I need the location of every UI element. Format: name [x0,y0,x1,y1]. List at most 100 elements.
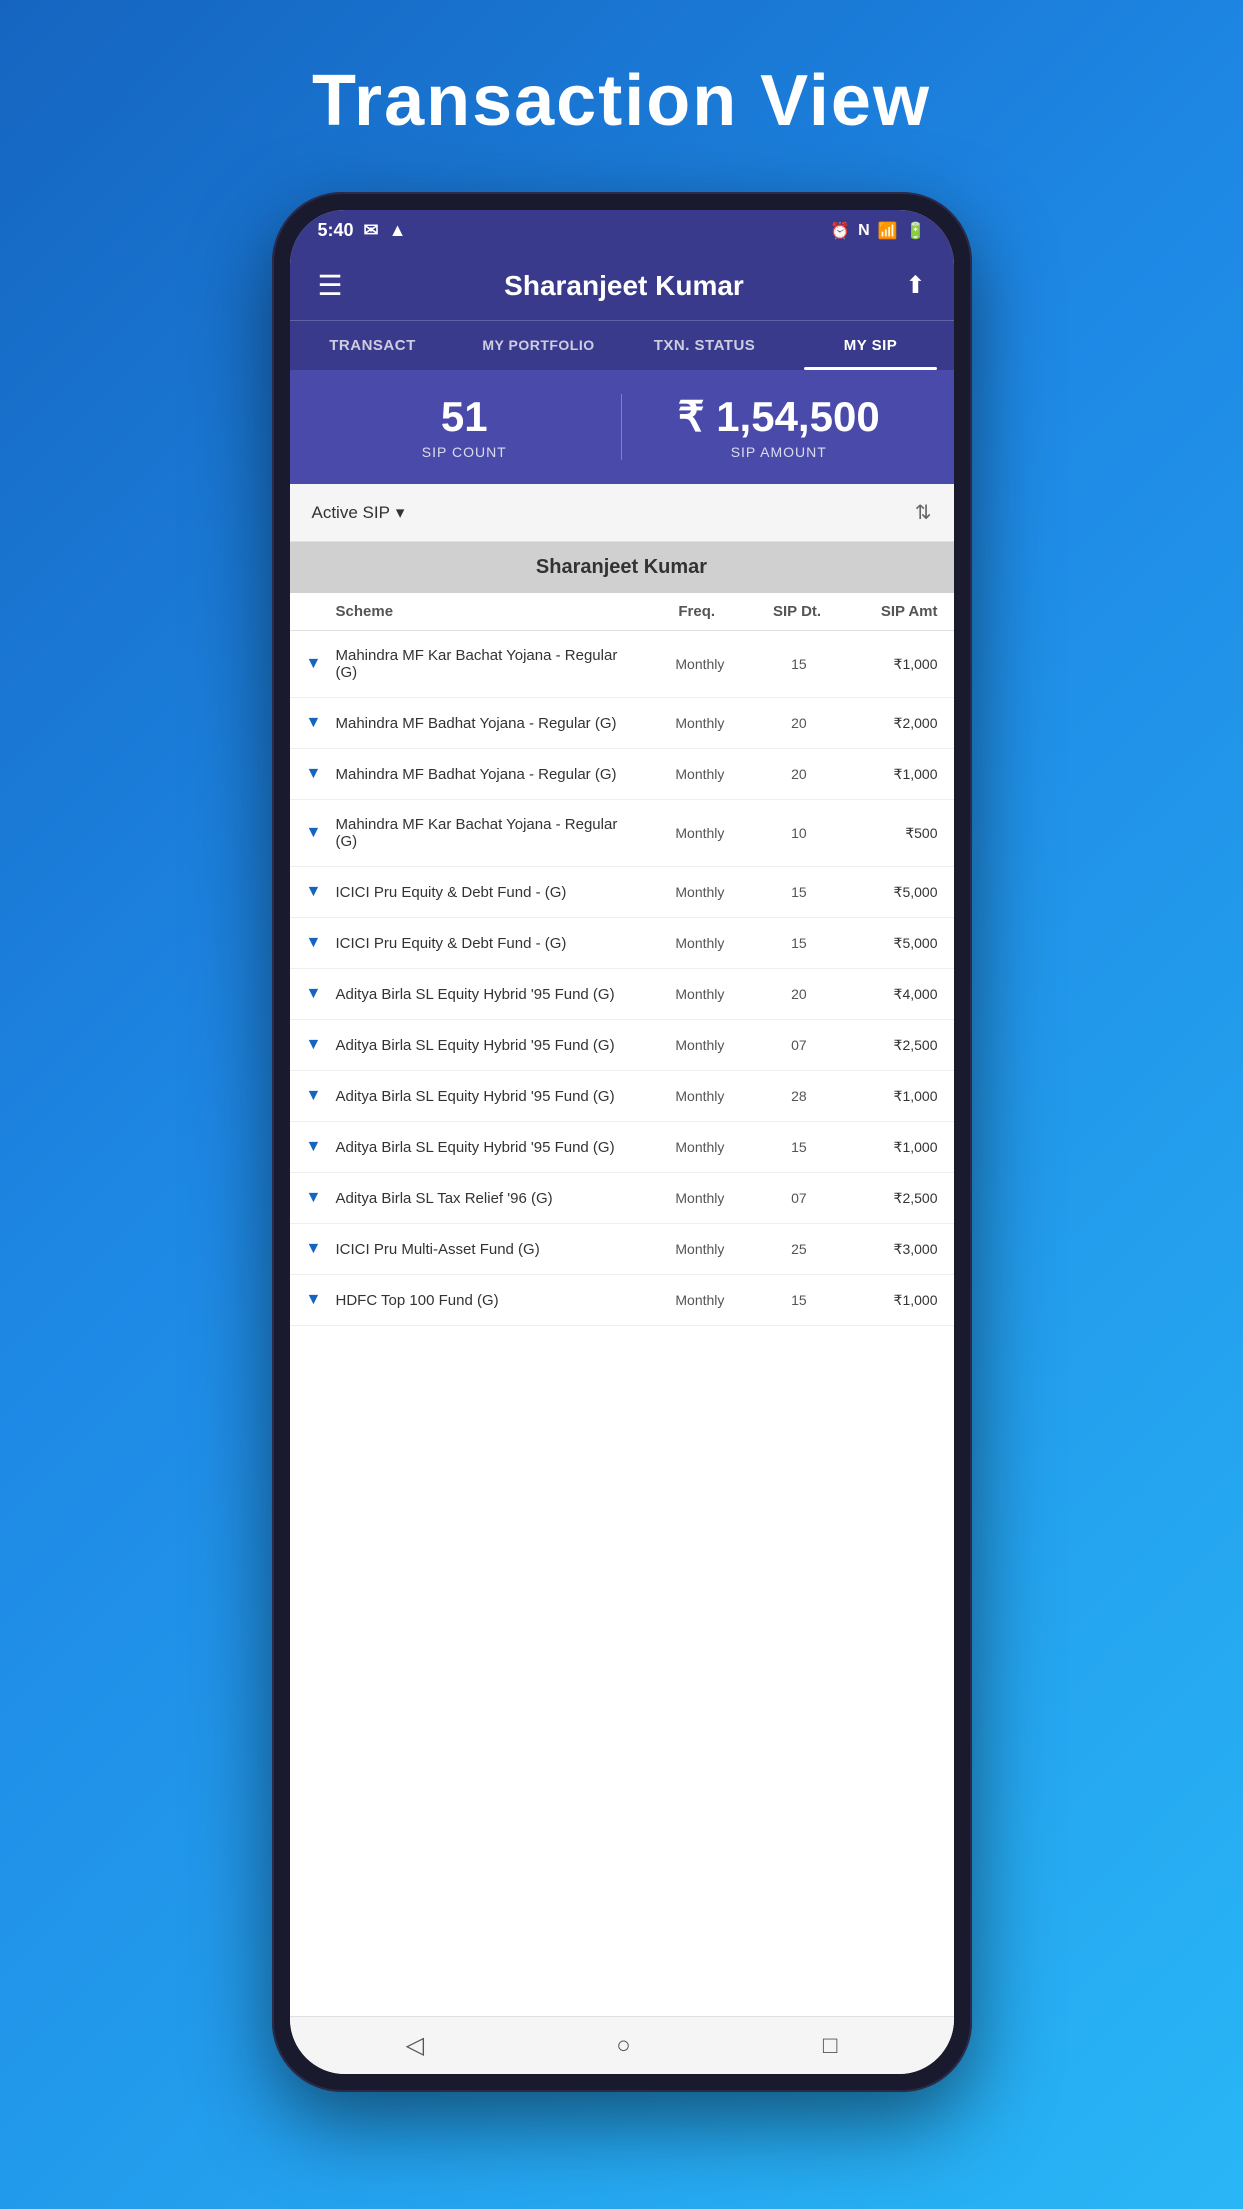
scheme-name: Mahindra MF Kar Bachat Yojana - Regular … [336,647,641,681]
list-item[interactable]: ▼ Aditya Birla SL Equity Hybrid '95 Fund… [290,1071,954,1122]
row-chevron: ▼ [306,985,336,1003]
freq-value: Monthly [641,1190,760,1206]
list-item[interactable]: ▼ Mahindra MF Kar Bachat Yojana - Regula… [290,631,954,698]
list-item[interactable]: ▼ ICICI Pru Equity & Debt Fund - (G) Mon… [290,867,954,918]
bottom-nav: ◁ ○ □ [290,2016,954,2074]
sipamt-value: ₹1,000 [839,1292,938,1309]
row-chevron: ▼ [306,824,336,842]
row-chevron: ▼ [306,883,336,901]
share-icon[interactable]: ⬆ [905,271,925,300]
filter-text: Active SIP [312,503,390,523]
list-item[interactable]: ▼ Aditya Birla SL Equity Hybrid '95 Fund… [290,1020,954,1071]
chevron-down-icon: ▼ [306,714,322,731]
scheme-name: Aditya Birla SL Tax Relief '96 (G) [336,1190,641,1207]
sipdt-value: 07 [759,1037,838,1053]
tab-my-portfolio[interactable]: MY PORTFOLIO [456,321,622,370]
list-item[interactable]: ▼ Mahindra MF Badhat Yojana - Regular (G… [290,749,954,800]
active-sip-filter[interactable]: Active SIP ▾ [312,503,405,523]
sip-list: ▼ Mahindra MF Kar Bachat Yojana - Regula… [290,631,954,2016]
header-title: Sharanjeet Kumar [504,270,744,302]
alarm-icon: ⏰ [830,221,850,241]
recent-button[interactable]: □ [823,2032,838,2060]
row-chevron: ▼ [306,1189,336,1207]
sipdt-value: 25 [759,1241,838,1257]
home-button[interactable]: ○ [616,2032,631,2060]
freq-value: Monthly [641,935,760,951]
scheme-name: Aditya Birla SL Equity Hybrid '95 Fund (… [336,986,641,1003]
gmail-icon: ✉ [364,220,379,241]
nfc-icon: N [858,222,870,240]
row-chevron: ▼ [306,765,336,783]
freq-value: Monthly [641,1292,760,1308]
scheme-name: ICICI Pru Multi-Asset Fund (G) [336,1241,641,1258]
sipamt-value: ₹500 [839,825,938,842]
row-chevron: ▼ [306,1291,336,1309]
freq-value: Monthly [641,1139,760,1155]
chevron-down-icon: ▼ [306,1036,322,1053]
chevron-down-icon: ▼ [306,1189,322,1206]
sipamt-value: ₹1,000 [839,1139,938,1156]
scheme-name: Mahindra MF Badhat Yojana - Regular (G) [336,766,641,783]
chevron-down-icon: ▼ [306,1291,322,1308]
drive-icon: ▲ [389,220,407,241]
scheme-name: HDFC Top 100 Fund (G) [336,1292,641,1309]
signal-icon: 📶 [878,221,898,241]
sip-amount-stat: ₹ 1,54,500 SIP AMOUNT [632,394,926,460]
list-item[interactable]: ▼ Aditya Birla SL Tax Relief '96 (G) Mon… [290,1173,954,1224]
sipamt-value: ₹4,000 [839,986,938,1003]
nav-tabs: TRANSACT MY PORTFOLIO TXN. STATUS MY SIP [290,320,954,370]
status-time: 5:40 [318,220,354,241]
scheme-name: ICICI Pru Equity & Debt Fund - (G) [336,884,641,901]
scheme-name: Aditya Birla SL Equity Hybrid '95 Fund (… [336,1088,641,1105]
freq-value: Monthly [641,825,760,841]
hamburger-menu-icon[interactable]: ☰ [318,269,343,302]
row-chevron: ▼ [306,1087,336,1105]
sipdt-value: 07 [759,1190,838,1206]
list-item[interactable]: ▼ ICICI Pru Equity & Debt Fund - (G) Mon… [290,918,954,969]
scheme-name: Aditya Birla SL Equity Hybrid '95 Fund (… [336,1037,641,1054]
scheme-name: Aditya Birla SL Equity Hybrid '95 Fund (… [336,1139,641,1156]
freq-header: Freq. [637,603,757,620]
sipamt-value: ₹1,000 [839,766,938,783]
sip-divider [621,394,622,460]
list-item[interactable]: ▼ Mahindra MF Kar Bachat Yojana - Regula… [290,800,954,867]
battery-icon: 🔋 [906,221,926,241]
chevron-down-icon: ▼ [306,1087,322,1104]
table-header: Scheme Freq. SIP Dt. SIP Amt [290,593,954,631]
sipamt-value: ₹1,000 [839,656,938,673]
freq-value: Monthly [641,986,760,1002]
dropdown-icon: ▾ [396,503,405,523]
scheme-header: Scheme [336,603,637,620]
chevron-down-icon: ▼ [306,1240,322,1257]
row-chevron: ▼ [306,1138,336,1156]
sipamt-value: ₹2,500 [839,1037,938,1054]
list-item[interactable]: ▼ HDFC Top 100 Fund (G) Monthly 15 ₹1,00… [290,1275,954,1326]
chevron-down-icon: ▼ [306,765,322,782]
status-right: ⏰ N 📶 🔋 [830,221,925,241]
phone-frame: 5:40 ✉ ▲ ⏰ N 📶 🔋 ☰ Sharanjeet Kumar ⬆ TR… [272,192,972,2092]
row-chevron: ▼ [306,714,336,732]
sipdt-value: 28 [759,1088,838,1104]
tab-txn-status[interactable]: TXN. STATUS [622,321,788,370]
tab-transact[interactable]: TRANSACT [290,321,456,370]
sipdt-value: 20 [759,715,838,731]
list-item[interactable]: ▼ ICICI Pru Multi-Asset Fund (G) Monthly… [290,1224,954,1275]
sipamt-value: ₹3,000 [839,1241,938,1258]
sipdt-header: SIP Dt. [757,603,837,620]
sort-icon[interactable]: ⇅ [915,500,932,525]
list-item[interactable]: ▼ Mahindra MF Badhat Yojana - Regular (G… [290,698,954,749]
list-item[interactable]: ▼ Aditya Birla SL Equity Hybrid '95 Fund… [290,969,954,1020]
list-item[interactable]: ▼ Aditya Birla SL Equity Hybrid '95 Fund… [290,1122,954,1173]
row-chevron: ▼ [306,655,336,673]
sipamt-value: ₹5,000 [839,935,938,952]
sipdt-value: 15 [759,656,838,672]
tab-my-sip[interactable]: MY SIP [788,321,954,370]
row-chevron: ▼ [306,1036,336,1054]
filter-bar: Active SIP ▾ ⇅ [290,484,954,542]
scheme-name: Mahindra MF Kar Bachat Yojana - Regular … [336,816,641,850]
sipdt-value: 15 [759,1139,838,1155]
scheme-name: ICICI Pru Equity & Debt Fund - (G) [336,935,641,952]
back-button[interactable]: ◁ [406,2031,424,2060]
status-left: 5:40 ✉ ▲ [318,220,407,241]
row-chevron: ▼ [306,1240,336,1258]
